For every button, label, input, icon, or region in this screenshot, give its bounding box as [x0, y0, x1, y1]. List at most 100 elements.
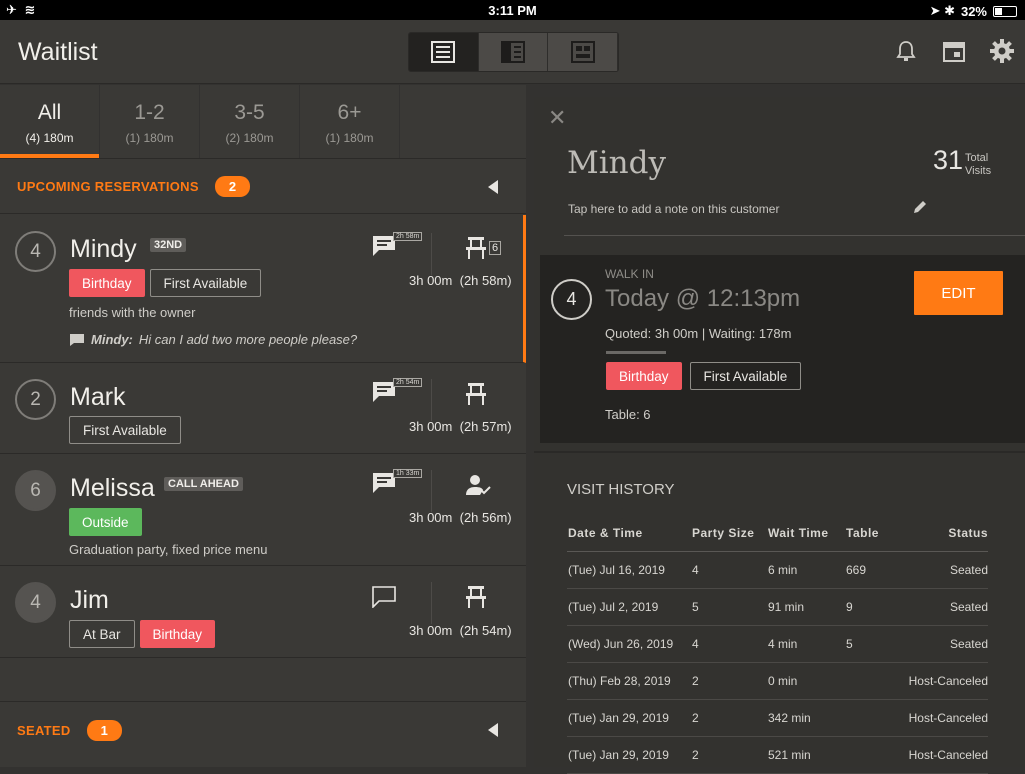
tab-6-plus[interactable]: 6+ (1) 180m [300, 85, 400, 158]
party-name: Jim [70, 586, 109, 614]
tab-1-2[interactable]: 1-2 (1) 180m [100, 85, 200, 158]
table-cell: 2 [691, 662, 767, 700]
message-icon [70, 333, 84, 346]
seated-section-header[interactable]: SEATED 1 [0, 701, 526, 757]
tag-at-bar: At Bar [69, 620, 135, 648]
battery-percent: 32% [960, 3, 987, 19]
visit-history-title: VISIT HISTORY [567, 481, 675, 498]
table-cell: 5 [691, 588, 767, 626]
table-cell [845, 662, 895, 700]
table-cell: (Tue) Jan 29, 2019 [567, 699, 691, 737]
table-cell: Host-Canceled [895, 662, 988, 700]
party-row-mark[interactable]: 2 Mark First Available 2h 54m 3h 00m (2h… [0, 363, 526, 454]
table-row[interactable]: (Wed) Jun 26, 2019 4 4 min 5 Seated [567, 625, 988, 663]
chat-button[interactable]: 1h 33m [372, 469, 423, 498]
page-title: Waitlist [18, 38, 98, 66]
table-row[interactable]: (Tue) Jul 2, 2019 5 91 min 9 Seated [567, 588, 988, 626]
table-number: 6 [489, 241, 502, 255]
tag-birthday: Birthday [139, 620, 216, 648]
visit-badge: 32ND [150, 238, 187, 252]
total-visits-label: Total [965, 152, 989, 164]
quoted-waiting: Quoted: 3h 00m | Waiting: 178m [605, 326, 792, 341]
table-cell: 2 [691, 736, 767, 774]
gear-icon[interactable] [989, 38, 1015, 64]
table-cell: 4 [691, 551, 767, 589]
total-visits-count: 31 [933, 145, 964, 175]
col-table: Table [845, 515, 895, 552]
seated-count: 1 [86, 719, 122, 741]
table-cell: (Tue) Jul 16, 2019 [567, 551, 691, 589]
tag-outside: Outside [69, 508, 142, 536]
table-cell: Seated [895, 588, 988, 626]
upcoming-label: UPCOMING RESERVATIONS [17, 178, 199, 194]
bell-icon[interactable] [893, 38, 919, 64]
col-wait-time: Wait Time [767, 515, 845, 552]
checked-in-user-icon[interactable] [466, 474, 492, 501]
party-name: Melissa [70, 474, 155, 502]
customer-note-input[interactable]: Tap here to add a note on this customer [568, 202, 779, 216]
col-date-time: Date & Time [567, 515, 691, 552]
party-size-circle: 6 [15, 470, 56, 511]
table-cell: 6 min [767, 551, 845, 589]
table-row[interactable]: (Thu) Feb 28, 2019 2 0 min Host-Canceled [567, 662, 988, 700]
party-size-circle: 4 [15, 231, 56, 272]
current-visit-card: 4 WALK IN Today @ 12:13pm Quoted: 3h 00m… [540, 255, 1025, 443]
party-row-melissa[interactable]: 6 Melissa CALL AHEAD Outside Graduation … [0, 454, 526, 566]
table-cell: 342 min [767, 699, 845, 737]
upcoming-reservations-header[interactable]: UPCOMING RESERVATIONS 2 [0, 159, 526, 214]
top-bar: Waitlist [0, 20, 1025, 84]
floorplan-view-button[interactable] [548, 33, 618, 71]
chat-time: 2h 54m [393, 378, 423, 387]
party-row-mindy[interactable]: 4 Mindy 32ND Birthday First Available fr… [0, 215, 526, 363]
pencil-icon[interactable] [912, 199, 928, 220]
table-cell: (Thu) Feb 28, 2019 [567, 662, 691, 700]
chat-empty-icon [372, 586, 396, 609]
table-cell [845, 736, 895, 774]
table-cell: 4 min [767, 625, 845, 663]
calendar-icon[interactable] [941, 38, 967, 64]
table-row[interactable]: (Tue) Jul 16, 2019 4 6 min 669 Seated [567, 551, 988, 589]
table-row[interactable]: (Tue) Jan 29, 2019 2 521 min Host-Canceled [567, 736, 988, 774]
close-icon[interactable]: ✕ [548, 105, 566, 131]
chat-time: 2h 58m [393, 232, 423, 241]
chair-icon[interactable] [466, 383, 486, 410]
seated-label: SEATED [17, 722, 71, 738]
table-row[interactable]: (Tue) Jan 29, 2019 2 342 min Host-Canceled [567, 699, 988, 737]
table-cell: Host-Canceled [895, 736, 988, 774]
chat-button[interactable]: 2h 58m [372, 232, 423, 261]
collapse-arrow-icon[interactable] [488, 180, 498, 194]
wait-progress-bar [606, 351, 666, 354]
split-view-button[interactable] [478, 33, 549, 71]
party-row-jim[interactable]: 4 Jim At Bar Birthday 3h 00m (2h 54m) [0, 566, 526, 658]
status-time: 3:11 PM [488, 3, 537, 18]
floorplan-icon [570, 41, 595, 63]
chair-icon[interactable] [466, 237, 486, 264]
chat-button[interactable]: 2h 54m [372, 378, 423, 407]
party-note: Graduation party, fixed price menu [69, 542, 268, 557]
upcoming-count: 2 [214, 175, 251, 197]
tab-3-5[interactable]: 3-5 (2) 180m [200, 85, 300, 158]
table-cell: 521 min [767, 736, 845, 774]
chat-button[interactable] [372, 586, 412, 612]
tag-birthday: Birthday [69, 269, 145, 297]
wait-times: 3h 00m (2h 58m) [409, 273, 512, 288]
chair-icon[interactable] [466, 586, 486, 613]
tag-birthday: Birthday [606, 362, 682, 390]
tag-first-available: First Available [149, 269, 262, 297]
tag-first-available: First Available [689, 362, 802, 390]
table-cell [845, 699, 895, 737]
col-status: Status [895, 515, 988, 552]
edit-button[interactable]: EDIT [914, 271, 1003, 315]
table-assignment: Table: 6 [605, 407, 651, 422]
call-ahead-badge: CALL AHEAD [164, 477, 243, 491]
table-cell: (Tue) Jan 29, 2019 [567, 736, 691, 774]
party-note: friends with the owner [69, 305, 196, 320]
list-view-button[interactable] [409, 33, 479, 71]
table-cell: (Tue) Jul 2, 2019 [567, 588, 691, 626]
customer-detail-panel: ✕ Mindy 31 Total Visits Tap here to add a… [534, 97, 1025, 774]
collapse-arrow-icon[interactable] [488, 723, 498, 737]
customer-name: Mindy [567, 145, 666, 181]
tab-all[interactable]: All (4) 180m [0, 85, 100, 158]
chat-time: 1h 33m [393, 469, 423, 478]
message-sender: Mindy: [91, 332, 133, 347]
